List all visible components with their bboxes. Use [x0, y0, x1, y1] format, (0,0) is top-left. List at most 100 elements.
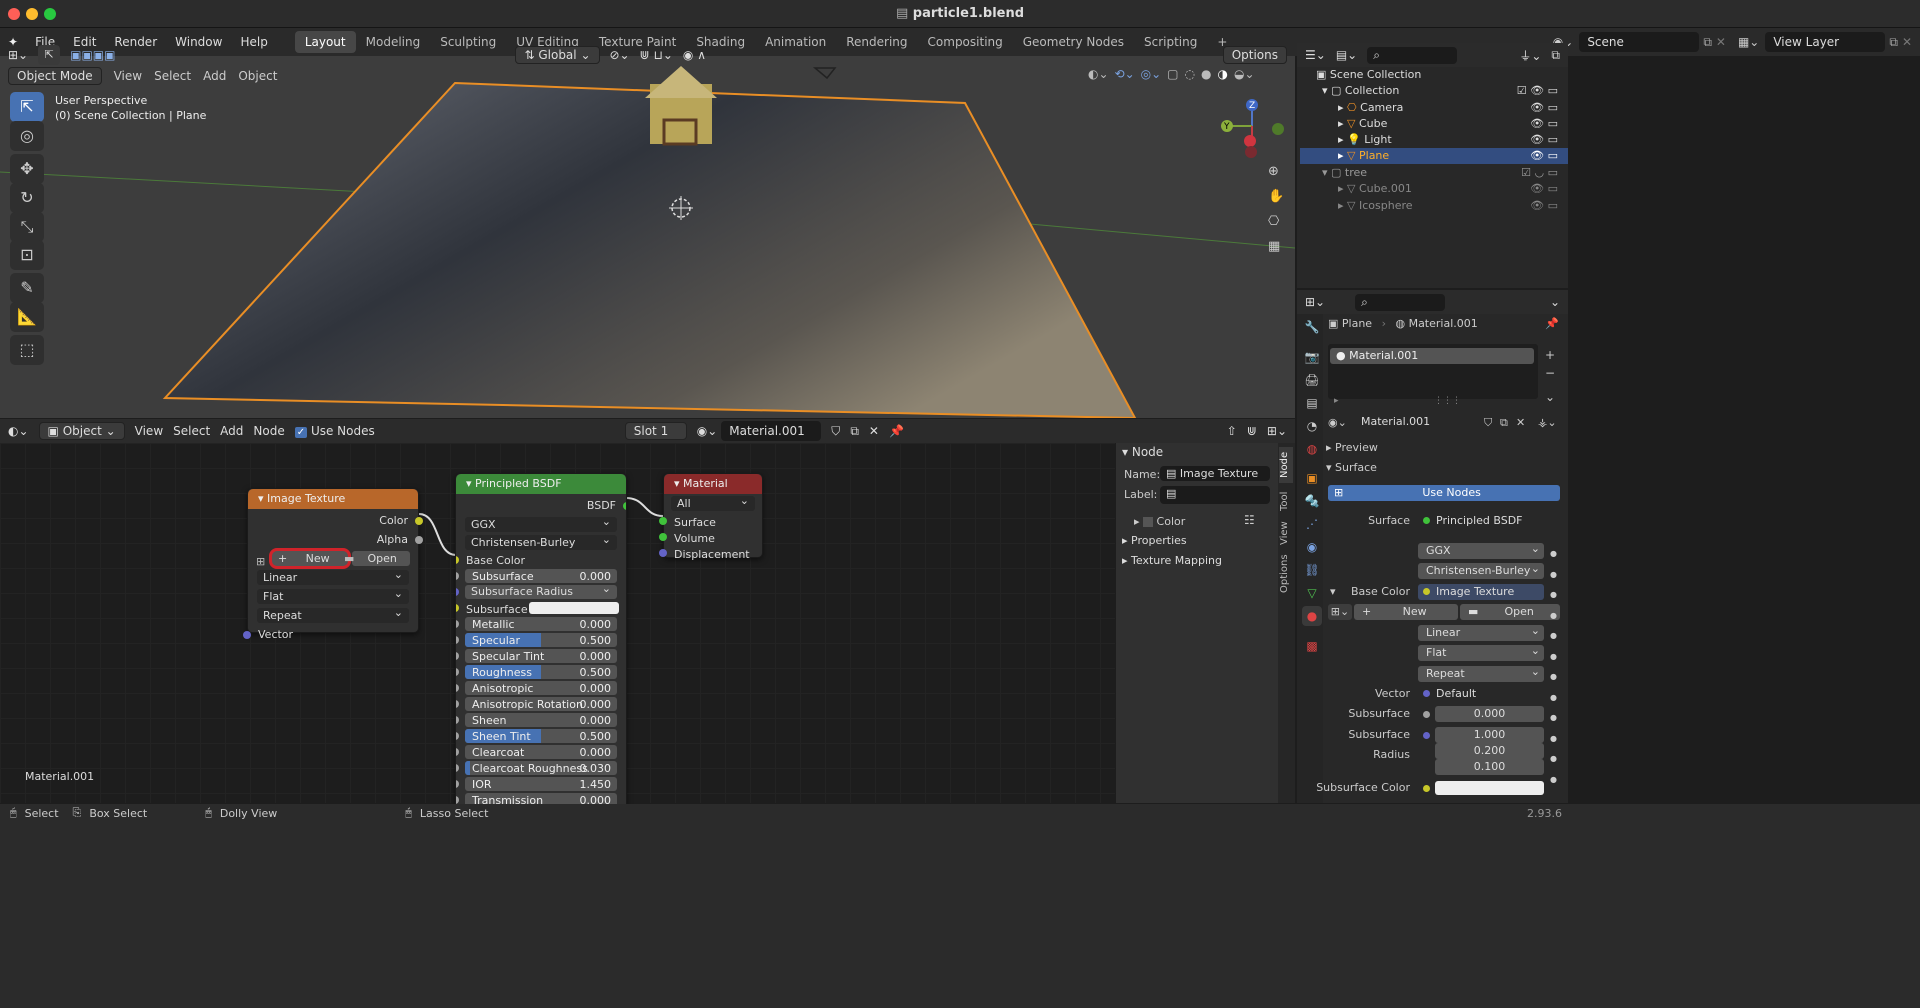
socket[interactable]	[456, 796, 459, 804]
visibility-toggles[interactable]: 👁 ▭	[1530, 100, 1558, 116]
visibility-toggles[interactable]: 👁 ▭	[1530, 132, 1558, 148]
rotate-tool-icon[interactable]: ↻	[10, 183, 44, 213]
visibility-toggles[interactable]: 👁 ▭	[1530, 148, 1558, 164]
material-browse-icon[interactable]: ◉⌄	[697, 424, 718, 438]
node-header[interactable]: ▾ Image Texture	[248, 489, 418, 509]
socket[interactable]	[456, 716, 459, 724]
visibility-icon[interactable]: ◐⌄	[1088, 67, 1109, 81]
remove-view-layer-icon[interactable]: ✕	[1902, 35, 1912, 49]
node-header[interactable]: ▾ Material Output	[664, 474, 762, 510]
remove-slot-icon[interactable]: −	[1545, 364, 1555, 382]
visibility-toggles[interactable]: ☑ ◡ ▭	[1521, 165, 1558, 181]
3d-viewport[interactable]: Object Mode View Select Add Object User …	[0, 56, 1295, 418]
projection-dropdown[interactable]: Flat ⌄	[1418, 644, 1544, 661]
anisotropic-rotation-slider[interactable]: Anisotropic Rotation 0.000	[465, 697, 617, 711]
socket-color[interactable]	[415, 517, 423, 525]
socket[interactable]	[456, 588, 459, 596]
outliner-item-collection[interactable]: ▾ ▢ Collection ☑ 👁 ▭	[1300, 83, 1568, 99]
socket[interactable]	[456, 684, 459, 692]
socket[interactable]	[456, 620, 459, 628]
socket[interactable]	[456, 668, 459, 676]
properties-editor-icon[interactable]: ⊞⌄	[1305, 295, 1325, 309]
measure-tool-icon[interactable]: 📐	[10, 302, 44, 332]
tab-options[interactable]: Options	[1279, 553, 1293, 595]
outliner-item-cube001[interactable]: ▸ ▽ Cube.001 👁 ▭	[1300, 181, 1568, 197]
selection-mode-icons[interactable]: ▣▣▣▣	[70, 48, 115, 62]
editor-type-icon[interactable]: ⊞⌄	[8, 48, 28, 62]
anisotropic-slider[interactable]: Anisotropic 0.000	[465, 681, 617, 695]
minimize-window-icon[interactable]	[26, 8, 38, 20]
gizmo-icon[interactable]: ⟲⌄	[1115, 67, 1135, 81]
socket[interactable]	[456, 780, 459, 788]
node-label-field[interactable]: ▤	[1160, 486, 1270, 504]
material-datablock-field[interactable]: Material.001	[1353, 413, 1478, 431]
surface-subpanel[interactable]: ▾ Surface	[1326, 458, 1377, 478]
socket[interactable]	[456, 604, 459, 612]
image-texture-node[interactable]: ▾ Image Texture Color Alpha ⊞ + New ▬ Open…	[243, 488, 423, 641]
node-header[interactable]: ▾ Principled BSDF	[456, 474, 626, 494]
list-resize-handle[interactable]: ⋮⋮⋮	[1434, 396, 1461, 406]
radius-y-field[interactable]: 0.200	[1435, 743, 1544, 759]
outliner-item-icosphere[interactable]: ▸ ▽ Icosphere 👁 ▭	[1300, 198, 1568, 214]
unlink-material-icon[interactable]: ✕	[1516, 413, 1525, 433]
metallic-slider[interactable]: Metallic 0.000	[465, 617, 617, 631]
viewport-menu-object[interactable]: Object	[238, 69, 277, 83]
annotate-tool-icon[interactable]: ✎	[10, 273, 44, 303]
filter-icon[interactable]: ⏚⌄	[1519, 47, 1541, 64]
distribution-dropdown[interactable]: GGX ⌄	[1418, 542, 1544, 559]
specular-tint-slider[interactable]: Specular Tint 0.000	[465, 649, 617, 663]
properties-search-input[interactable]: ⌕	[1355, 293, 1446, 311]
subsurface-radius-dropdown[interactable]: Subsurface Radius	[465, 582, 617, 599]
color-list-icon[interactable]: ☷	[1244, 513, 1255, 527]
use-nodes-checkbox[interactable]: ✓ Use Nodes	[294, 424, 375, 438]
visibility-toggles[interactable]: 👁 ▭	[1530, 198, 1558, 214]
world-tab-icon[interactable]: ◍	[1302, 439, 1322, 459]
color-socket-icon[interactable]	[1423, 785, 1430, 792]
principled-bsdf-node[interactable]: ▾ Principled BSDF BSDF GGX Christensen-B…	[455, 473, 627, 805]
sss-method-dropdown[interactable]: Christensen-Burley	[465, 532, 617, 550]
zoom-icon[interactable]: ⊕	[1268, 164, 1284, 179]
new-scene-icon[interactable]: ⧉	[1703, 35, 1712, 50]
material-slot-list[interactable]: ● Material.001	[1328, 344, 1538, 399]
overlay-icon[interactable]: ◎⌄	[1141, 67, 1162, 81]
scale-tool-icon[interactable]: ⤡	[10, 212, 44, 242]
options-dropdown[interactable]: Options	[1222, 46, 1287, 64]
new-view-layer-icon[interactable]: ⧉	[1889, 35, 1898, 50]
viewport-menu-view[interactable]: View	[114, 69, 142, 83]
outliner-item-cube[interactable]: ▸ ▽ Cube 👁 ▭	[1300, 116, 1568, 132]
clearcoat-slider[interactable]: Clearcoat 0.000	[465, 745, 617, 759]
material-output-node[interactable]: ▾ Material Output All Surface Volume Dis…	[659, 473, 763, 561]
open-image-button[interactable]: ▬ Open	[344, 551, 410, 566]
collapse-icon[interactable]: ▾	[674, 477, 683, 490]
duplicate-material-icon[interactable]: ⧉	[850, 424, 859, 439]
roughness-slider[interactable]: Roughness 0.500	[465, 665, 617, 679]
distribution-dropdown[interactable]: GGX	[465, 514, 617, 532]
socket[interactable]	[456, 572, 459, 580]
sss-method-dropdown[interactable]: Christensen-Burley ⌄	[1418, 562, 1544, 579]
slot-menu-icon[interactable]: ⌄	[1545, 388, 1555, 406]
node-section-header[interactable]: ▾ Node	[1122, 445, 1163, 459]
shader-type-dropdown[interactable]: ▣ Object ⌄	[38, 422, 125, 440]
material-name-field[interactable]: Material.001	[721, 421, 822, 441]
rendered-shading-icon[interactable]: ◒⌄	[1234, 67, 1255, 81]
maximize-window-icon[interactable]	[44, 8, 56, 20]
xray-icon[interactable]: ▢	[1167, 67, 1178, 81]
open-image-button[interactable]: ▬ Open	[1460, 604, 1560, 620]
color-checkbox[interactable]	[1143, 517, 1154, 527]
viewport-menu-add[interactable]: Add	[203, 69, 226, 83]
tool-tab-icon[interactable]: 🔧	[1302, 317, 1322, 337]
add-slot-icon[interactable]: +	[1545, 346, 1555, 364]
material-tab-icon[interactable]: ●	[1302, 606, 1322, 626]
node-menu-add[interactable]: Add	[220, 424, 243, 438]
transform-tool-icon[interactable]: ⊡	[10, 240, 44, 270]
fake-user-icon[interactable]: ⛉	[1484, 413, 1492, 433]
socket[interactable]	[456, 764, 459, 772]
object-tab-icon[interactable]: ▣	[1302, 468, 1322, 488]
socket[interactable]	[456, 700, 459, 708]
data-tab-icon[interactable]: ▽	[1302, 583, 1322, 603]
subsurface-value-field[interactable]: 0.000	[1435, 706, 1544, 722]
vector-field[interactable]: Default	[1418, 686, 1544, 702]
socket-vector[interactable]	[243, 631, 251, 639]
subsurface-slider[interactable]: Subsurface 0.000	[465, 569, 617, 583]
outliner-scene-collection[interactable]: ▣ Scene Collection	[1300, 67, 1568, 83]
